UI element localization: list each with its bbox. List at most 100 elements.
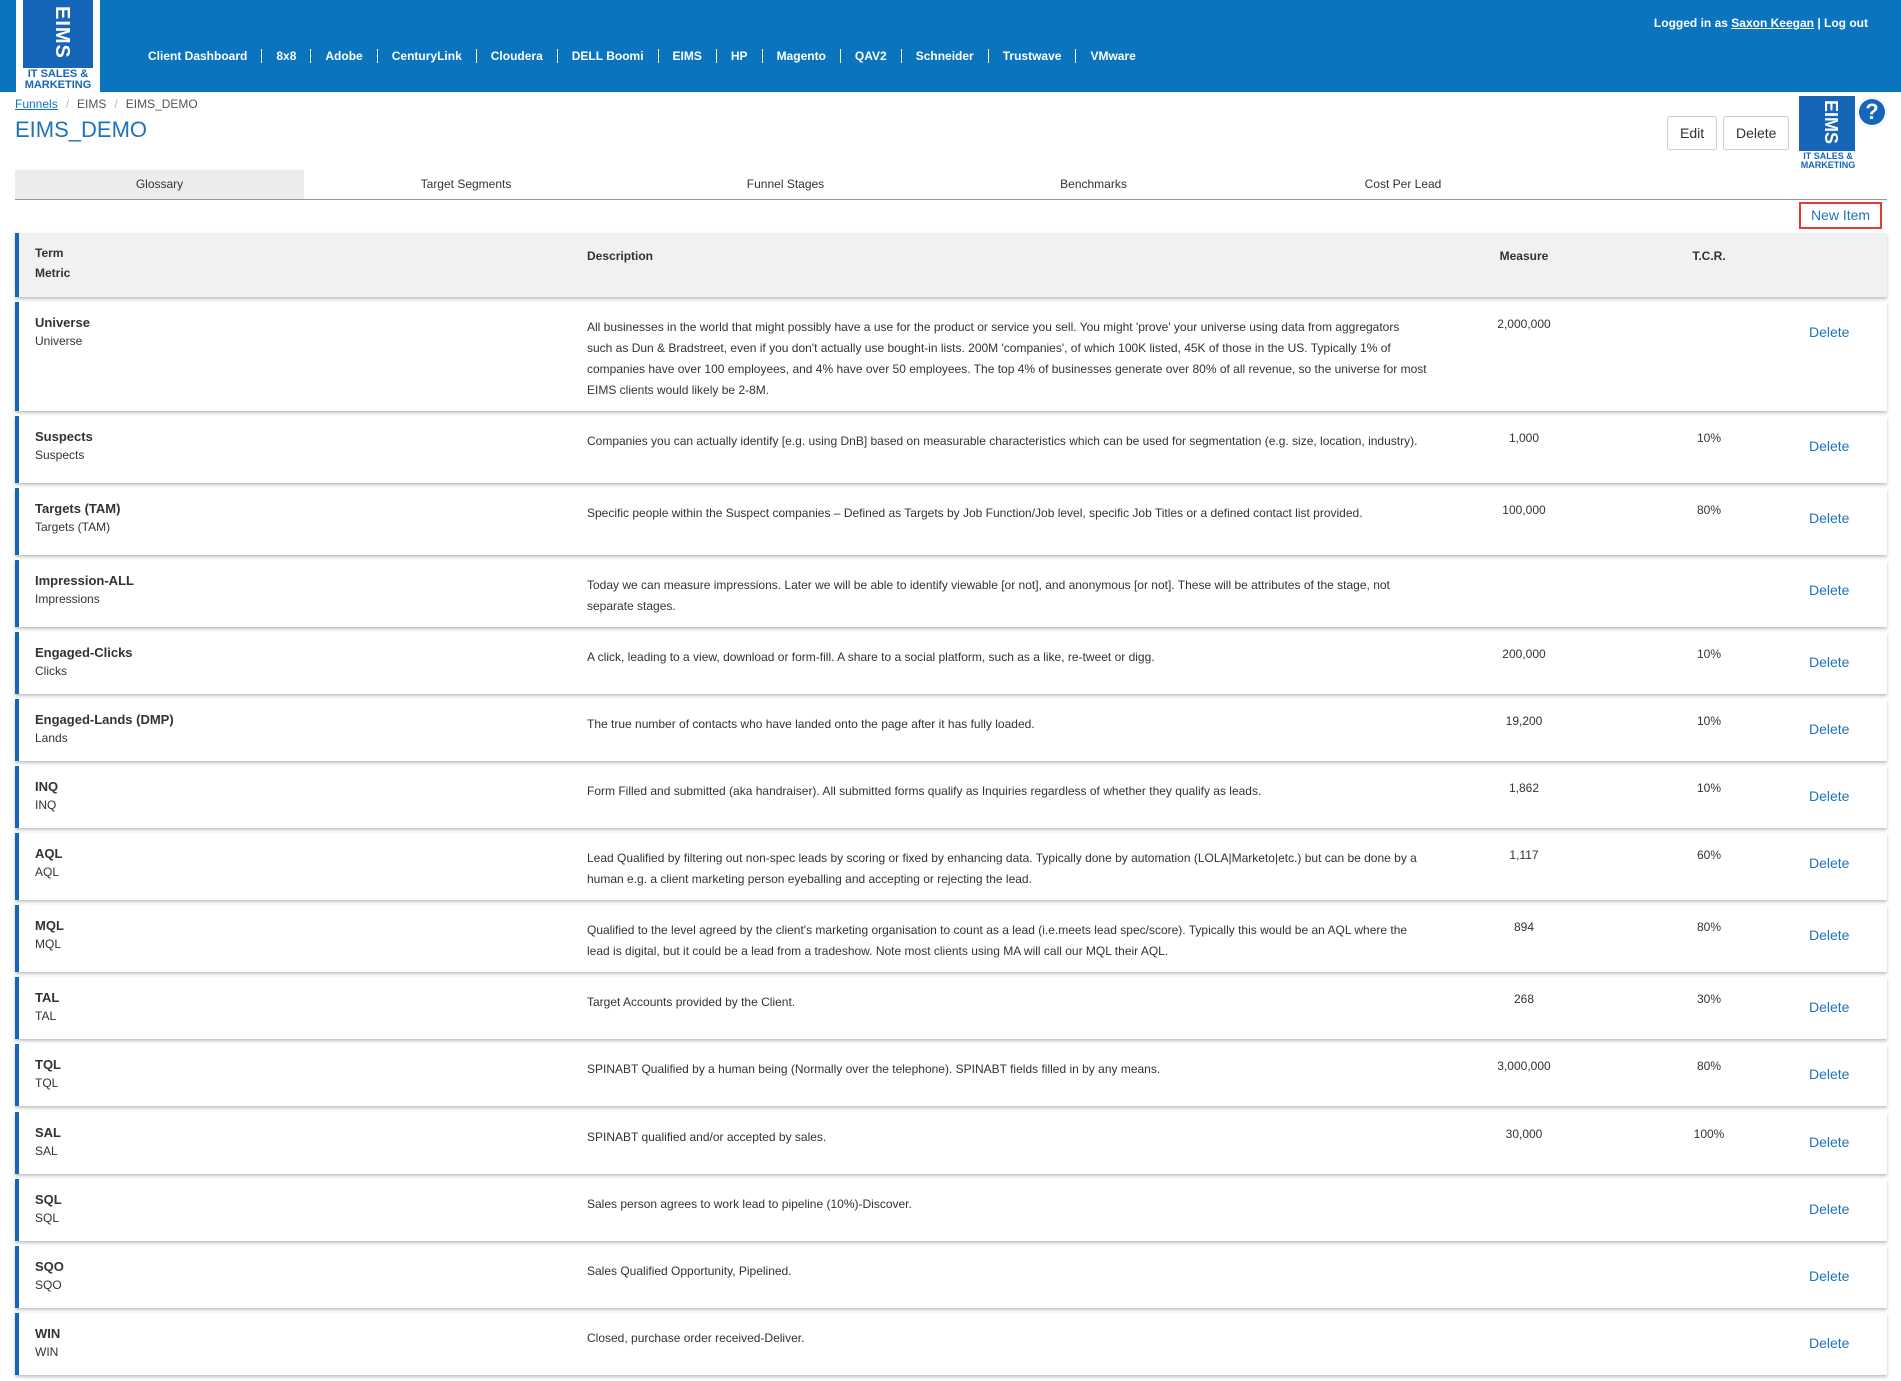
header-measure: Measure (1499, 249, 1549, 263)
row-description: Companies you can actually identify [e.g… (587, 434, 1418, 448)
nav-item-schneider[interactable]: Schneider (902, 49, 988, 63)
row-term: SAL (35, 1125, 61, 1140)
row-delete-link[interactable]: Delete (1809, 510, 1849, 526)
row-tcr: 80% (1696, 920, 1722, 934)
edit-button[interactable]: Edit (1667, 116, 1717, 150)
nav-item-trustwave[interactable]: Trustwave (989, 49, 1076, 63)
row-metric: SQL (35, 1211, 60, 1225)
new-item-button[interactable]: New Item (1799, 202, 1882, 229)
row-delete-link[interactable]: Delete (1809, 855, 1849, 871)
header-term: Term (35, 246, 64, 260)
row-metric: TAL (35, 1009, 57, 1023)
table-row: Engaged-Clicks Clicks A click, leading to … (15, 632, 1887, 694)
row-delete-link[interactable]: Delete (1809, 927, 1849, 943)
row-delete-link[interactable]: Delete (1809, 1268, 1849, 1284)
row-term: WIN (35, 1326, 61, 1341)
row-tcr: 100% (1693, 1127, 1725, 1141)
row-metric: Clicks (35, 664, 67, 678)
tab-benchmarks[interactable]: Benchmarks (943, 170, 1244, 199)
row-term: TQL (35, 1057, 61, 1072)
row-description: Today we can measure impressions. Later … (587, 578, 1390, 613)
row-tcr: 30% (1696, 992, 1722, 1006)
login-separator: | (1817, 16, 1821, 30)
tab-target-segments[interactable]: Target Segments (304, 170, 628, 199)
row-description: SPINABT Qualified by a human being (Norm… (587, 1062, 1161, 1076)
table-row: MQL MQL Qualified to the level agreed by t… (15, 905, 1887, 972)
row-description: Specific people within the Suspect compa… (587, 506, 1363, 520)
nav-item-8x8[interactable]: 8x8 (262, 49, 310, 63)
row-tcr: 80% (1696, 503, 1722, 517)
nav-item-centurylink[interactable]: CenturyLink (378, 49, 476, 63)
row-description: Sales Qualified Opportunity, Pipelined. (587, 1264, 792, 1278)
nav-item-dell-boomi[interactable]: DELL Boomi (558, 49, 658, 63)
help-icon[interactable]: ? (1857, 97, 1887, 127)
row-delete-link[interactable]: Delete (1809, 438, 1849, 454)
row-delete-link[interactable]: Delete (1809, 999, 1849, 1015)
row-description: Lead Qualified by filtering out non-spec… (587, 851, 1417, 886)
row-measure: 1,862 (1508, 781, 1540, 795)
row-term: Targets (TAM) (35, 501, 121, 516)
breadcrumb-funnels[interactable]: Funnels (15, 97, 58, 111)
nav-item-cloudera[interactable]: Cloudera (477, 49, 557, 63)
row-term: Suspects (35, 429, 93, 444)
row-term: SQO (35, 1259, 64, 1274)
row-tcr: 80% (1696, 1059, 1722, 1073)
user-link[interactable]: Saxon Keegan (1731, 16, 1814, 30)
row-delete-link[interactable]: Delete (1809, 1201, 1849, 1217)
header-description: Description (587, 249, 654, 263)
table-row: AQL AQL Lead Qualified by filtering out no… (15, 833, 1887, 900)
row-delete-link[interactable]: Delete (1809, 324, 1849, 340)
row-delete-link[interactable]: Delete (1809, 788, 1849, 804)
row-metric: TQL (35, 1076, 59, 1090)
row-delete-link[interactable]: Delete (1809, 1134, 1849, 1150)
row-metric: Lands (35, 731, 68, 745)
table-row: Impression-ALL Impressions Today we can me… (15, 560, 1887, 627)
logout-link[interactable]: Log out (1824, 16, 1868, 30)
login-prefix: Logged in as (1653, 16, 1728, 30)
row-description: All businesses in the world that might p… (587, 320, 1427, 397)
row-description: A click, leading to a view, download or … (587, 650, 1155, 664)
breadcrumb: Funnels / EIMS / EIMS_DEMO (15, 97, 198, 111)
client-nav: Client Dashboard 8x8 Adobe CenturyLink Cloud… (148, 49, 1150, 63)
row-term: Impression-ALL (35, 573, 134, 588)
nav-item-adobe[interactable]: Adobe (311, 49, 376, 63)
nav-item-qav2[interactable]: QAV2 (841, 49, 901, 63)
row-metric: MQL (35, 937, 62, 951)
row-term: Engaged-Clicks (35, 645, 133, 660)
tab-glossary[interactable]: Glossary (15, 170, 304, 199)
table-row: SQL SQL Sales person agrees to work lead t… (15, 1179, 1887, 1241)
row-delete-link[interactable]: Delete (1809, 1066, 1849, 1082)
row-measure: 19,200 (1505, 714, 1543, 728)
nav-item-eims[interactable]: EIMS (659, 49, 716, 63)
logo-text: EIMS (51, 6, 73, 59)
row-term: INQ (35, 779, 59, 794)
eims-logo[interactable]: EIMS IT SALES & MARKETING (16, 0, 100, 92)
row-measure: 894 (1513, 920, 1535, 934)
row-measure: 30,000 (1505, 1127, 1543, 1141)
logo-mark: EIMS (23, 0, 93, 68)
tab-bar: Glossary Target Segments Funnel Stages Benc… (15, 170, 1887, 200)
tab-funnel-stages[interactable]: Funnel Stages (628, 170, 943, 199)
nav-item-vmware[interactable]: VMware (1076, 49, 1149, 63)
row-delete-link[interactable]: Delete (1809, 1335, 1849, 1351)
row-measure: 1,000 (1508, 431, 1540, 445)
row-term: AQL (35, 846, 63, 861)
row-delete-link[interactable]: Delete (1809, 654, 1849, 670)
client-logo: EIMS IT SALES & MARKETING (1799, 96, 1859, 170)
nav-item-magento[interactable]: Magento (763, 49, 840, 63)
table-row: WIN WIN Closed, purchase order received-De… (15, 1313, 1887, 1375)
row-measure: 100,000 (1502, 503, 1546, 517)
row-measure: 1,117 (1509, 848, 1539, 862)
nav-item-hp[interactable]: HP (717, 49, 762, 63)
row-metric: SQO (35, 1278, 62, 1292)
row-delete-link[interactable]: Delete (1809, 721, 1849, 737)
delete-button[interactable]: Delete (1723, 116, 1789, 150)
row-measure: 200,000 (1502, 647, 1546, 661)
row-term: Engaged-Lands (DMP) (35, 712, 174, 727)
row-delete-link[interactable]: Delete (1809, 582, 1849, 598)
row-tcr: 10% (1696, 647, 1722, 661)
table-row: INQ INQ Form Filled and submitted (aka han… (15, 766, 1887, 828)
nav-item-client-dashboard[interactable]: Client Dashboard (148, 49, 261, 63)
client-logo-subtitle: IT SALES & MARKETING (1800, 151, 1856, 170)
tab-cost-per-lead[interactable]: Cost Per Lead (1244, 170, 1562, 199)
